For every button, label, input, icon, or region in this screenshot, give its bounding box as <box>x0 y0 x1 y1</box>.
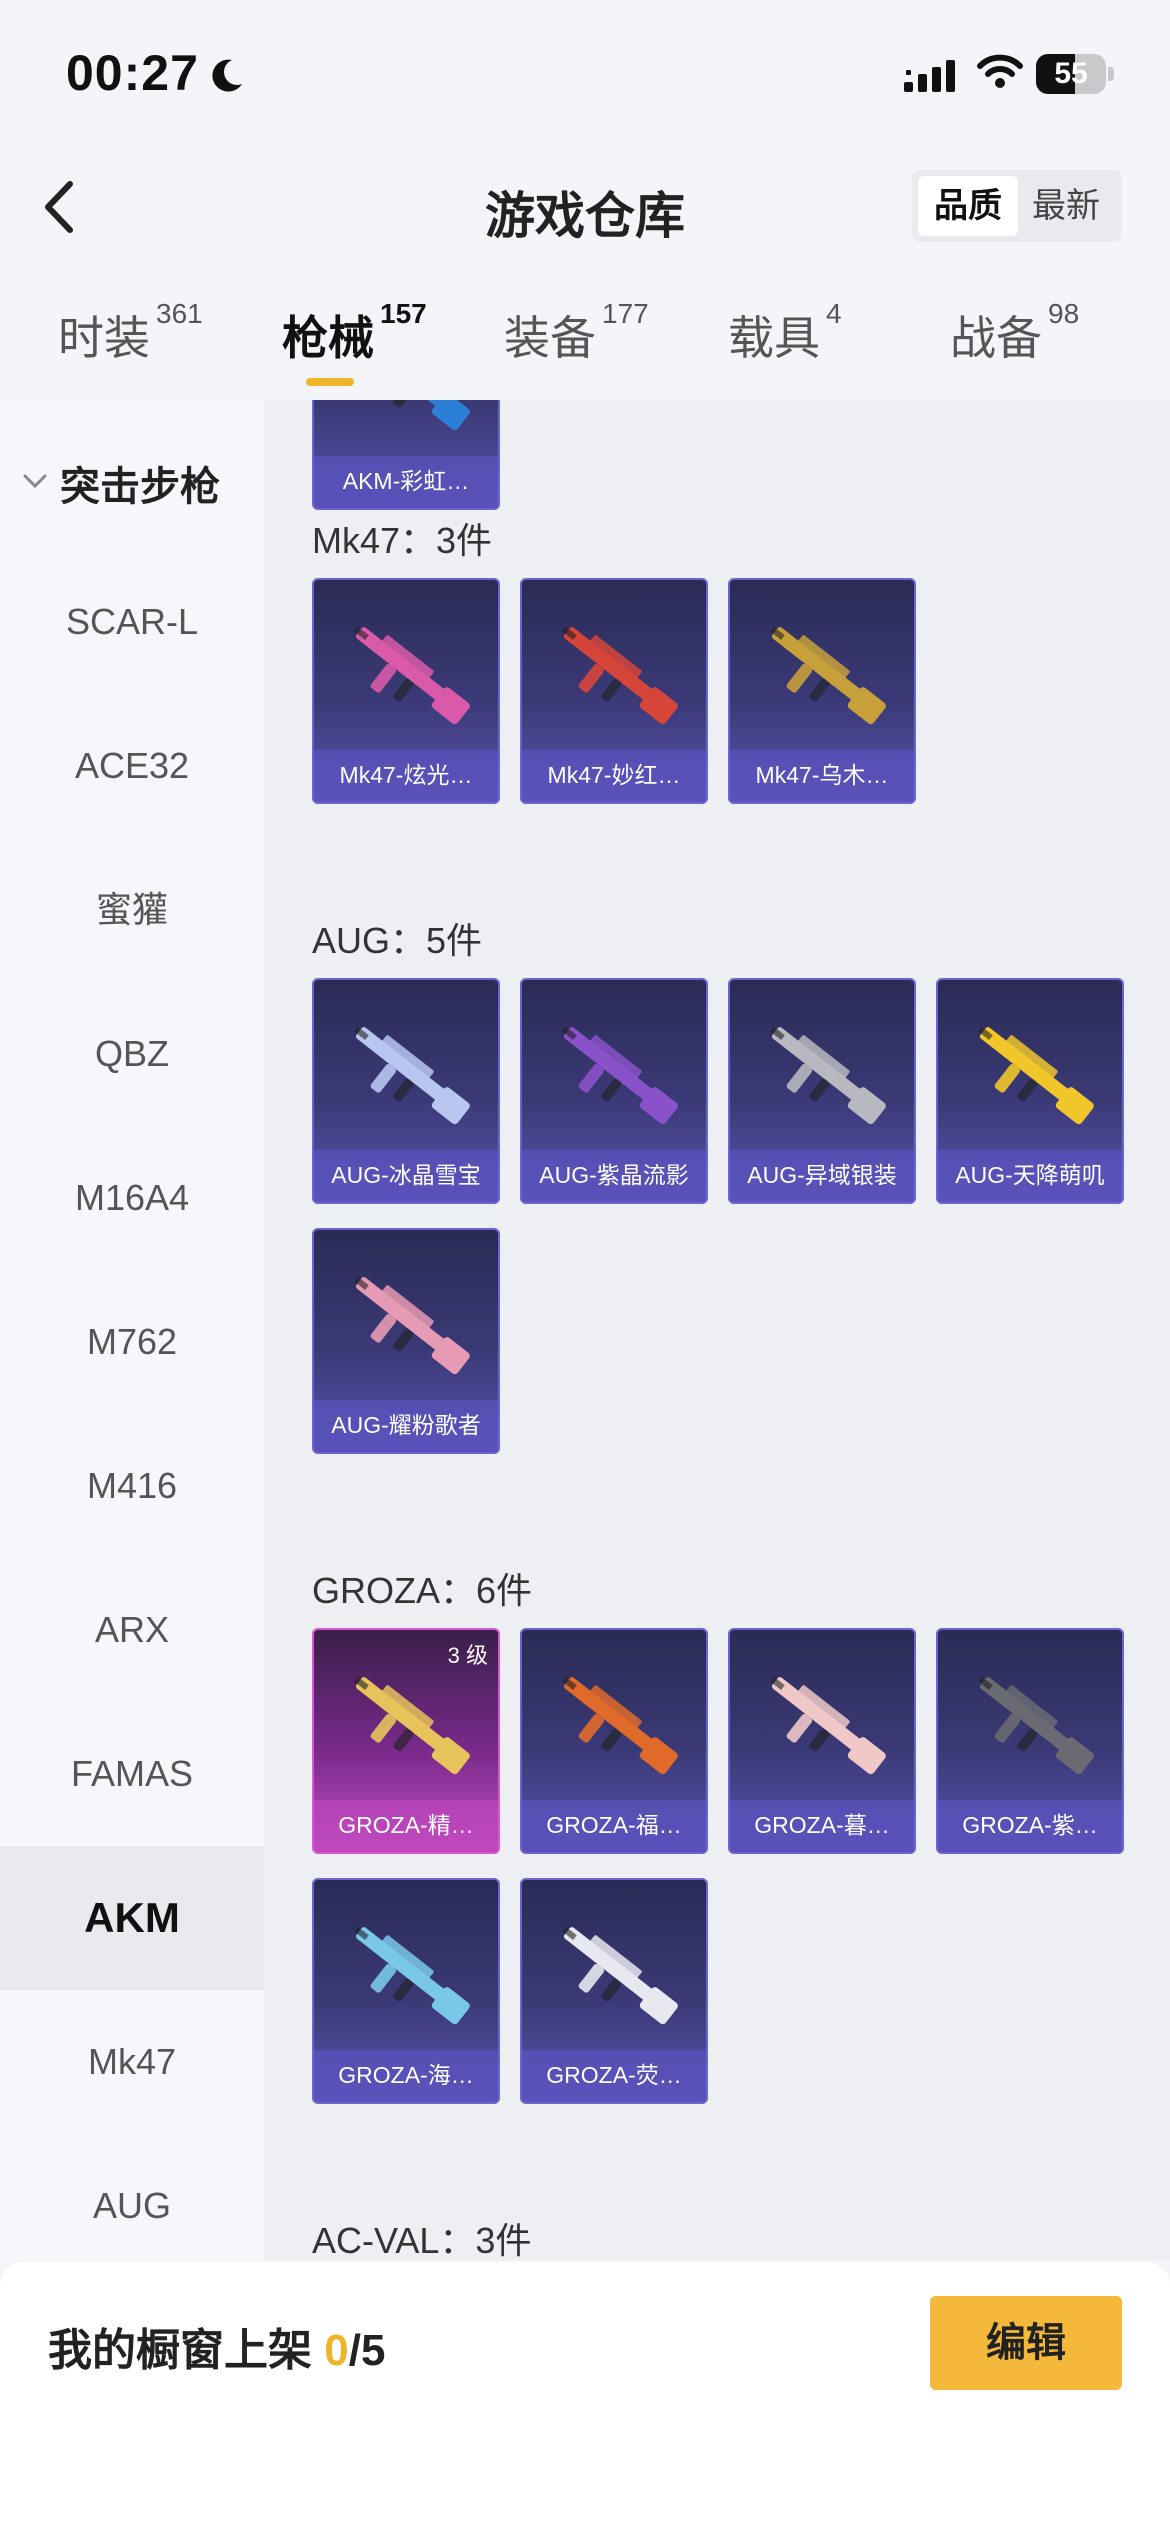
tab-vehicles[interactable]: 载具 4 <box>728 298 842 368</box>
status-time: 00:27 <box>66 45 199 101</box>
weapon-skin-name: GROZA-精… <box>314 1800 498 1852</box>
weapon-skin-name: GROZA-海… <box>314 2050 498 2102</box>
signal-icon <box>904 60 955 92</box>
showcase-status: 我的橱窗上架 0/5 <box>48 2326 386 2375</box>
weapon-skin-name: AUG-异域银装 <box>730 1150 914 1202</box>
weapon-skin-image <box>978 1676 1094 1775</box>
sort-quality-button[interactable]: 品质 <box>918 176 1018 236</box>
tab-fashion[interactable]: 时装 361 <box>58 298 203 368</box>
weapon-skin-card[interactable]: AUG-紫晶流影 <box>520 978 708 1204</box>
sort-toggle: 品质 最新 <box>912 170 1122 242</box>
level-badge: 3 级 <box>447 1643 488 1668</box>
weapon-skin-name: AUG-天降萌叽 <box>938 1150 1122 1202</box>
weapon-skin-name: Mk47-炫光… <box>314 750 498 802</box>
edit-button[interactable]: 编辑 <box>930 2296 1122 2390</box>
section-title: AUG：5件 <box>312 920 483 961</box>
sidebar-item-akm[interactable]: AKM <box>0 1846 264 1990</box>
section-title: Mk47：3件 <box>312 520 493 561</box>
weapon-skin-name: AUG-紫晶流影 <box>522 1150 706 1202</box>
tab-active-indicator <box>306 378 354 386</box>
weapon-skin-card[interactable]: AUG-天降萌叽 <box>936 978 1124 1204</box>
sidebar-item-蜜獾[interactable]: 蜜獾 <box>0 838 264 982</box>
chevron-down-icon <box>23 474 47 489</box>
sidebar-group-assault-rifles[interactable]: 突击步枪 <box>0 452 264 512</box>
sidebar-item-m762[interactable]: M762 <box>0 1270 264 1414</box>
weapon-skin-name: Mk47-乌木… <box>730 750 914 802</box>
weapon-skin-image <box>770 626 886 725</box>
battery-icon: 55 <box>1036 54 1114 94</box>
section-title: AC-VAL：3件 <box>312 2220 532 2260</box>
sidebar-item-ace32[interactable]: ACE32 <box>0 694 264 838</box>
weapon-skin-name: AUG-冰晶雪宝 <box>314 1150 498 1202</box>
section-title: GROZA：6件 <box>312 1570 533 1611</box>
bottom-bar: 我的橱窗上架 0/5 编辑 <box>0 2262 1170 2532</box>
weapon-skin-card[interactable]: AUG-冰晶雪宝 <box>312 978 500 1204</box>
weapon-skin-card[interactable]: AUG-异域银装 <box>728 978 916 1204</box>
weapon-skin-name: GROZA-紫… <box>938 1800 1122 1852</box>
sidebar: 突击步枪 SCAR-L ACE32 蜜獾 QBZ M16A4 M762 M416 ARX FAM… <box>0 400 264 2260</box>
weapon-skin-image <box>978 1026 1094 1125</box>
sidebar-item-m16a4[interactable]: M16A4 <box>0 1126 264 1270</box>
weapon-skin-image <box>770 1676 886 1775</box>
battery-level: 55 <box>1054 57 1088 90</box>
sidebar-item-famas[interactable]: FAMAS <box>0 1702 264 1846</box>
weapon-skin-name: GROZA-荧… <box>522 2050 706 2102</box>
weapon-skin-image <box>354 1026 470 1125</box>
sidebar-item-m416[interactable]: M416 <box>0 1414 264 1558</box>
weapon-skin-card[interactable]: GROZA-荧… <box>520 1878 708 2104</box>
weapon-skin-image <box>354 1276 470 1375</box>
weapon-skin-image <box>354 1676 470 1775</box>
item-grid: AKM-彩虹… Mk47：3件 Mk47-炫光… Mk47-妙红… Mk47-乌木… AU… <box>264 400 1170 2260</box>
wifi-icon <box>977 54 1023 88</box>
weapon-skin-name: Mk47-妙红… <box>522 750 706 802</box>
weapon-skin-image <box>562 1926 678 2025</box>
weapon-skin-name: AUG-耀粉歌者 <box>314 1400 498 1452</box>
weapon-skin-card[interactable]: Mk47-乌木… <box>728 578 916 804</box>
weapon-skin-card[interactable]: Mk47-炫光… <box>312 578 500 804</box>
weapon-skin-card[interactable]: AUG-耀粉歌者 <box>312 1228 500 1454</box>
weapon-skin-name: GROZA-暮… <box>730 1800 914 1852</box>
sidebar-item-arx[interactable]: ARX <box>0 1558 264 1702</box>
tab-guns[interactable]: 枪械 157 <box>282 298 427 368</box>
weapon-skin-card[interactable]: GROZA-暮… <box>728 1628 916 1854</box>
weapon-skin-image <box>355 400 470 431</box>
weapon-skin-card[interactable]: GROZA-紫… <box>936 1628 1124 1854</box>
weapon-skin-card[interactable]: AKM-彩虹… <box>312 400 500 510</box>
header: 游戏仓库 品质 最新 <box>0 150 1170 265</box>
status-bar: 00:27 55 <box>0 0 1170 150</box>
sidebar-item-qbz[interactable]: QBZ <box>0 982 264 1126</box>
weapon-skin-image <box>354 1926 470 2025</box>
weapon-skin-image <box>354 626 470 725</box>
weapon-skin-name: AKM-彩虹… <box>314 456 498 508</box>
weapon-skin-name: GROZA-福… <box>522 1800 706 1852</box>
sort-newest-button[interactable]: 最新 <box>1016 176 1116 236</box>
sidebar-item-mk47[interactable]: Mk47 <box>0 1990 264 2134</box>
weapon-skin-card[interactable]: GROZA-海… <box>312 1878 500 2104</box>
weapon-skin-image <box>562 626 678 725</box>
showcase-count: 0 <box>324 2326 349 2375</box>
weapon-skin-image <box>770 1026 886 1125</box>
category-tabs: 时装 361 枪械 157 装备 177 载具 4 战备 98 <box>0 290 1170 400</box>
sidebar-item-aug[interactable]: AUG <box>0 2134 264 2260</box>
weapon-skin-image <box>562 1676 678 1775</box>
weapon-skin-image <box>562 1026 678 1125</box>
weapon-skin-card[interactable]: 3 级 GROZA-精… <box>312 1628 500 1854</box>
tab-equipment[interactable]: 装备 177 <box>504 298 649 368</box>
moon-icon <box>212 59 242 92</box>
weapon-skin-card[interactable]: GROZA-福… <box>520 1628 708 1854</box>
sidebar-item-scar-l[interactable]: SCAR-L <box>0 550 264 694</box>
tab-supplies[interactable]: 战备 98 <box>950 298 1079 368</box>
weapon-skin-card[interactable]: Mk47-妙红… <box>520 578 708 804</box>
